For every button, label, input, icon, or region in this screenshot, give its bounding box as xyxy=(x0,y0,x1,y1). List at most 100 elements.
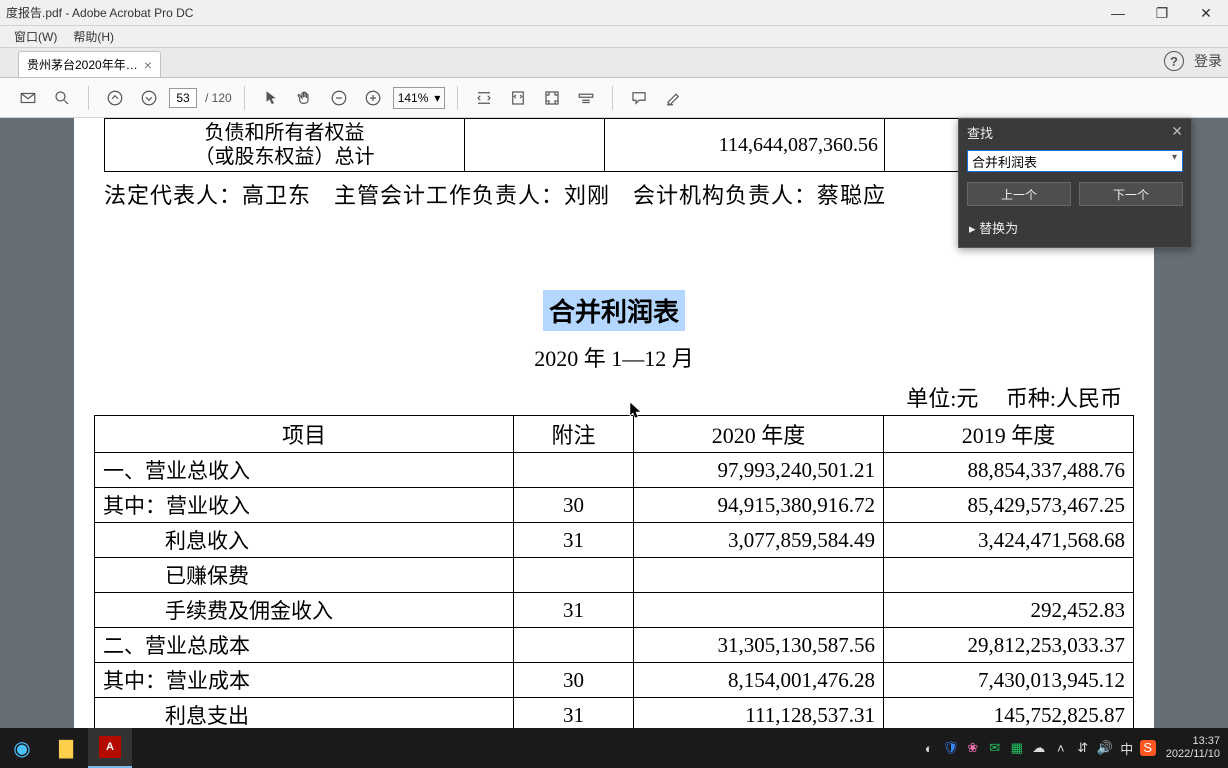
cell-item: 一、营业总收入 xyxy=(95,453,514,488)
prev-row-v1: 114,644,087,360.56 xyxy=(605,119,885,172)
tray-sogou-icon[interactable]: S xyxy=(1140,740,1156,756)
table-row: 手续费及佣金收入31292,452.83 xyxy=(95,593,1134,628)
find-replace-toggle[interactable]: 替换为 xyxy=(959,212,1191,247)
search-icon[interactable] xyxy=(48,84,76,112)
cell-2019: 88,854,337,488.76 xyxy=(884,453,1134,488)
taskbar: ◉ ▇ A ◐ 🛡 ❀ ✉ ▦ ☁ ˄ ⇵ 🔊 中 S 13:37 2022/1… xyxy=(0,728,1228,768)
header-2019: 2019 年度 xyxy=(884,416,1134,453)
tray-icon[interactable]: ◐ xyxy=(920,741,938,756)
cell-2020: 94,915,380,916.72 xyxy=(634,488,884,523)
zoom-caret-icon: ▾ xyxy=(434,91,440,105)
zoom-in-icon[interactable] xyxy=(359,84,387,112)
find-input[interactable] xyxy=(967,150,1183,172)
cell-2020 xyxy=(634,593,884,628)
tab-bar: 贵州茅台2020年年… × ? 登录 xyxy=(0,48,1228,78)
tray-icon[interactable]: ▦ xyxy=(1008,740,1026,756)
cell-2020: 31,305,130,587.56 xyxy=(634,628,884,663)
cell-2019: 145,752,825.87 xyxy=(884,698,1134,729)
highlight-icon[interactable] xyxy=(659,84,687,112)
table-row: 其中：营业收入3094,915,380,916.7285,429,573,467… xyxy=(95,488,1134,523)
help-icon[interactable]: ? xyxy=(1164,51,1184,71)
cell-2020: 3,077,859,584.49 xyxy=(634,523,884,558)
table-row: 一、营业总收入97,993,240,501.2188,854,337,488.7… xyxy=(95,453,1134,488)
prev-table-fragment: 负债和所有者权益（或股东权益）总计 114,644,087,360.56 99,… xyxy=(104,118,1065,172)
title-bar: 度报告.pdf - Adobe Acrobat Pro DC — ❐ ✕ xyxy=(0,0,1228,26)
close-window-button[interactable]: ✕ xyxy=(1184,0,1228,26)
table-row: 已赚保费 xyxy=(95,558,1134,593)
header-note: 附注 xyxy=(514,416,634,453)
fullscreen-icon[interactable] xyxy=(538,84,566,112)
zoom-out-icon[interactable] xyxy=(325,84,353,112)
taskbar-app-explorer[interactable]: ▇ xyxy=(44,728,88,768)
fit-width-icon[interactable] xyxy=(470,84,498,112)
cell-2019 xyxy=(884,558,1134,593)
table-row: 利息收入313,077,859,584.493,424,471,568.68 xyxy=(95,523,1134,558)
find-next-button[interactable]: 下一个 xyxy=(1079,182,1183,206)
cell-2019: 85,429,573,467.25 xyxy=(884,488,1134,523)
cell-item: 二、营业总成本 xyxy=(95,628,514,663)
tray-onedrive-icon[interactable]: ☁ xyxy=(1030,740,1048,756)
tray-network-icon[interactable]: ⇵ xyxy=(1074,740,1092,756)
taskbar-app-browser[interactable]: ◉ xyxy=(0,728,44,768)
page-number-input[interactable] xyxy=(169,88,197,108)
cell-note: 31 xyxy=(514,698,634,729)
page-total-label: / 120 xyxy=(205,91,232,105)
menu-bar: 窗口(W) 帮助(H) xyxy=(0,26,1228,48)
tray-chevron-up-icon[interactable]: ˄ xyxy=(1052,741,1070,756)
document-title: 合并利润表 xyxy=(543,290,685,331)
page-down-icon[interactable] xyxy=(135,84,163,112)
tray-clock[interactable]: 13:37 2022/11/10 xyxy=(1166,735,1220,761)
pdf-icon: A xyxy=(99,736,121,758)
cell-note: 30 xyxy=(514,663,634,698)
hand-tool-icon[interactable] xyxy=(291,84,319,112)
cell-note xyxy=(514,628,634,663)
header-item: 项目 xyxy=(95,416,514,453)
minimise-button[interactable]: — xyxy=(1096,0,1140,26)
page-up-icon[interactable] xyxy=(101,84,129,112)
tray-wechat-icon[interactable]: ✉ xyxy=(986,740,1004,756)
tray-shield-icon[interactable]: 🛡 xyxy=(942,740,960,756)
maximise-button[interactable]: ❐ xyxy=(1140,0,1184,26)
comment-icon[interactable] xyxy=(625,84,653,112)
cell-item: 手续费及佣金收入 xyxy=(95,593,514,628)
pointer-tool-icon[interactable] xyxy=(257,84,285,112)
tray-volume-icon[interactable]: 🔊 xyxy=(1096,740,1114,756)
document-tab[interactable]: 贵州茅台2020年年… × xyxy=(18,51,161,77)
header-2020: 2020 年度 xyxy=(634,416,884,453)
cell-item: 已赚保费 xyxy=(95,558,514,593)
cell-item: 其中：营业收入 xyxy=(95,488,514,523)
window-title: 度报告.pdf - Adobe Acrobat Pro DC xyxy=(6,4,193,21)
cell-item: 其中：营业成本 xyxy=(95,663,514,698)
table-row: 其中：营业成本308,154,001,476.287,430,013,945.1… xyxy=(95,663,1134,698)
read-mode-icon[interactable] xyxy=(572,84,600,112)
cell-2019: 3,424,471,568.68 xyxy=(884,523,1134,558)
toolbar: / 120 141% ▾ xyxy=(0,78,1228,118)
find-prev-button[interactable]: 上一个 xyxy=(967,182,1071,206)
prev-row-label: 负债和所有者权益（或股东权益）总计 xyxy=(105,119,465,172)
table-row: 二、营业总成本 31,305,130,587.5629,812,253,033.3… xyxy=(95,628,1134,663)
unit-line: 单位:元 币种:人民币 xyxy=(94,381,1122,413)
find-title: 查找 xyxy=(967,123,993,142)
cell-note: 30 xyxy=(514,488,634,523)
cell-item: 利息收入 xyxy=(95,523,514,558)
tab-label: 贵州茅台2020年年… xyxy=(27,56,138,73)
tab-close-button[interactable]: × xyxy=(144,57,152,73)
cell-2019: 29,812,253,033.37 xyxy=(884,628,1134,663)
cell-2020: 8,154,001,476.28 xyxy=(634,663,884,698)
income-statement-table: 项目 附注 2020 年度 2019 年度 一、营业总收入97,993,240,… xyxy=(94,415,1134,728)
tray-icon[interactable]: ❀ xyxy=(964,740,982,756)
tray-ime-label[interactable]: 中 xyxy=(1118,739,1136,758)
menu-help[interactable]: 帮助(H) xyxy=(69,26,118,47)
zoom-value: 141% xyxy=(398,91,429,105)
mail-icon[interactable] xyxy=(14,84,42,112)
fit-page-icon[interactable] xyxy=(504,84,532,112)
taskbar-app-acrobat[interactable]: A xyxy=(88,728,132,768)
find-close-button[interactable]: ✕ xyxy=(1171,123,1183,142)
document-subtitle: 2020 年 1—12 月 xyxy=(94,341,1134,373)
tray-time: 13:37 xyxy=(1166,735,1220,748)
login-link[interactable]: 登录 xyxy=(1194,51,1222,71)
zoom-select[interactable]: 141% ▾ xyxy=(393,87,446,109)
cell-2020 xyxy=(634,558,884,593)
menu-window[interactable]: 窗口(W) xyxy=(10,26,61,47)
cell-item: 利息支出 xyxy=(95,698,514,729)
